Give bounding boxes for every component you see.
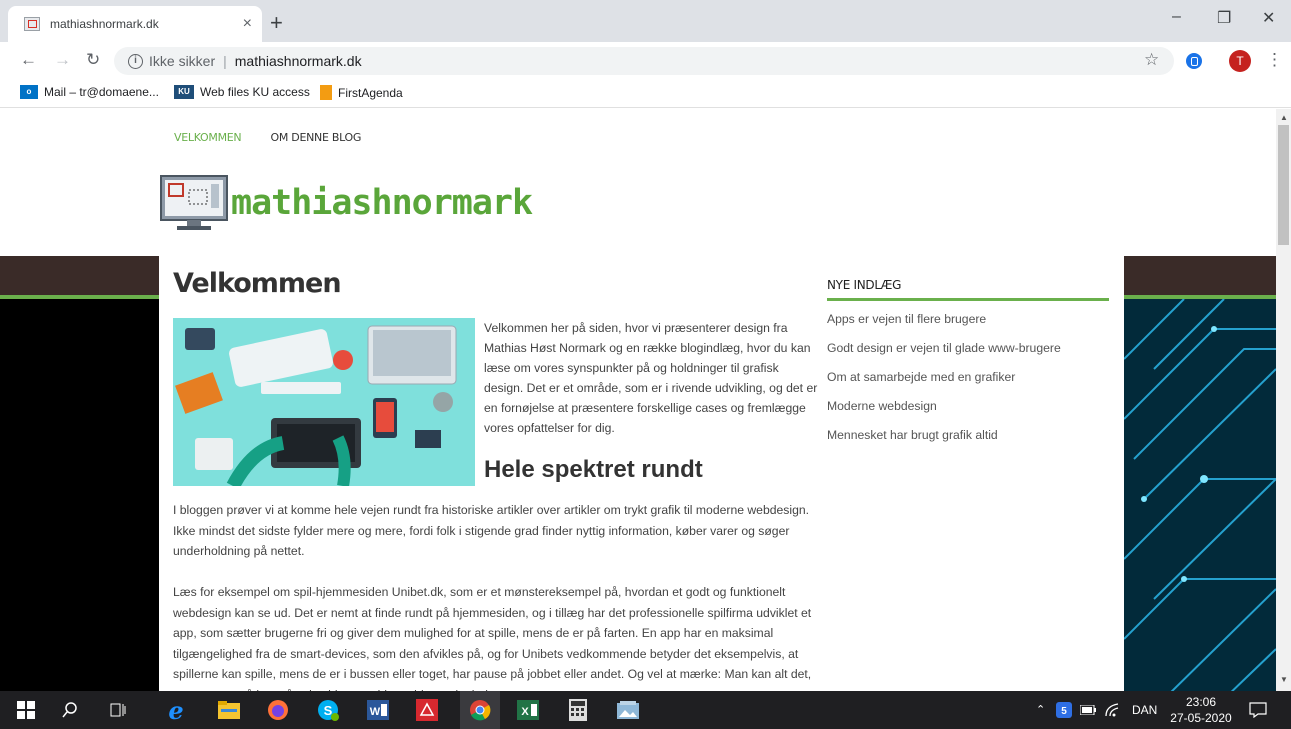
restore-icon[interactable]: ❐ bbox=[1217, 8, 1231, 28]
minimize-icon[interactable]: – bbox=[1172, 8, 1181, 26]
outlook-icon: o bbox=[20, 85, 38, 99]
profile-avatar[interactable]: T bbox=[1229, 50, 1251, 72]
bookmark-label: FirstAgenda bbox=[338, 85, 403, 100]
site-logo[interactable]: mathiashnormark bbox=[159, 173, 533, 233]
word-icon[interactable]: W bbox=[366, 698, 390, 722]
security-status: Ikke sikker bbox=[149, 53, 216, 69]
task-view-icon[interactable] bbox=[106, 698, 130, 722]
battery-icon[interactable] bbox=[1080, 702, 1096, 718]
info-icon[interactable]: i bbox=[128, 53, 143, 69]
svg-text:X: X bbox=[521, 706, 529, 718]
photos-icon[interactable] bbox=[616, 698, 640, 722]
address-separator: | bbox=[223, 53, 227, 69]
new-tab-button[interactable]: + bbox=[270, 10, 283, 36]
nav-om-denne-blog[interactable]: OM DENNE BLOG bbox=[271, 131, 362, 144]
bookmark-label: Web files KU access bbox=[200, 85, 310, 99]
bookmark-star-icon[interactable]: ☆ bbox=[1144, 50, 1159, 70]
firefox-icon[interactable] bbox=[266, 698, 290, 722]
logo-monitor-icon bbox=[159, 174, 229, 232]
page-title: Velkommen bbox=[173, 268, 342, 299]
address-bar[interactable]: i Ikke sikker | mathiashnormark.dk bbox=[114, 47, 1174, 75]
excel-icon[interactable]: X bbox=[516, 698, 540, 722]
browser-toolbar: ← → ↻ i Ikke sikker | mathiashnormark.dk… bbox=[0, 42, 1291, 78]
bookmark-ku[interactable]: KU Web files KU access bbox=[174, 85, 310, 99]
tab-title: mathiashnormark.dk bbox=[50, 17, 159, 31]
back-icon[interactable]: ← bbox=[20, 50, 37, 70]
scroll-up-icon[interactable]: ▲ bbox=[1280, 113, 1288, 122]
internet-explorer-icon[interactable]: e bbox=[164, 696, 188, 725]
tray-chevron-icon[interactable]: ⌃ bbox=[1036, 703, 1045, 716]
acrobat-icon[interactable] bbox=[415, 698, 439, 722]
recent-posts-sidebar: NYE INDLÆG Apps er vejen til flere bruge… bbox=[827, 278, 1109, 446]
nav-velkommen[interactable]: VELKOMMEN bbox=[174, 131, 242, 144]
bookmark-firstagenda[interactable]: FirstAgenda bbox=[320, 85, 403, 100]
intro-text: Velkommen her på siden, hvor vi præsente… bbox=[484, 321, 818, 435]
main-content: Velkommen Velkommen her på siden, hvor v… bbox=[159, 256, 1124, 691]
page-scrollbar[interactable]: ▲ ▼ bbox=[1276, 109, 1291, 691]
body-paragraph: Læs for eksempel om spil-hjemmesiden Uni… bbox=[173, 585, 812, 691]
extension-icon[interactable] bbox=[1186, 53, 1202, 69]
site-navigation: VELKOMMEN OM DENNE BLOG bbox=[174, 131, 387, 144]
address-url[interactable]: mathiashnormark.dk bbox=[235, 53, 362, 69]
site-favicon-icon bbox=[24, 17, 40, 31]
hero-illustration bbox=[173, 318, 475, 486]
bookmark-label: Mail – tr@domaene... bbox=[44, 85, 159, 99]
skype-icon[interactable]: S bbox=[316, 698, 340, 722]
search-icon[interactable] bbox=[58, 698, 82, 722]
circuit-background bbox=[1124, 299, 1276, 691]
language-indicator[interactable]: DAN bbox=[1132, 703, 1157, 717]
scrollbar-thumb[interactable] bbox=[1278, 125, 1289, 245]
windows-start-icon[interactable] bbox=[14, 698, 38, 722]
sidebar-title: NYE INDLÆG bbox=[827, 278, 1109, 301]
close-window-icon[interactable]: ✕ bbox=[1262, 8, 1275, 28]
notifications-icon[interactable] bbox=[1248, 700, 1268, 720]
close-tab-icon[interactable]: × bbox=[243, 15, 252, 33]
recent-post-link[interactable]: Godt design er vejen til glade www-bruge… bbox=[827, 341, 1109, 359]
body-paragraph: I bloggen prøver vi at komme hele vejen … bbox=[173, 503, 810, 558]
reload-icon[interactable]: ↻ bbox=[86, 50, 100, 70]
bookmark-mail[interactable]: o Mail – tr@domaene... bbox=[20, 85, 159, 99]
bookmarks-bar: o Mail – tr@domaene... KU Web files KU a… bbox=[0, 78, 1291, 108]
svg-text:5: 5 bbox=[1061, 706, 1067, 717]
calculator-icon[interactable] bbox=[566, 698, 590, 722]
forward-icon[interactable]: → bbox=[54, 50, 71, 70]
tray-app-icon[interactable]: 5 bbox=[1056, 702, 1072, 718]
browser-tab-bar: mathiashnormark.dk × + – ❐ ✕ bbox=[0, 0, 1291, 42]
wifi-icon[interactable] bbox=[1104, 701, 1122, 719]
scroll-down-icon[interactable]: ▼ bbox=[1280, 675, 1288, 684]
recent-post-link[interactable]: Apps er vejen til flere brugere bbox=[827, 312, 1109, 330]
ku-icon: KU bbox=[174, 85, 194, 99]
logo-text: mathiashnormark bbox=[231, 183, 533, 223]
chrome-icon[interactable] bbox=[460, 691, 500, 729]
page-viewport: VELKOMMEN OM DENNE BLOG mathiashnormark bbox=[0, 109, 1276, 691]
menu-kebab-icon[interactable]: ⋮ bbox=[1266, 50, 1283, 70]
recent-post-link[interactable]: Moderne webdesign bbox=[827, 399, 1109, 417]
section-heading: Hele spektret rundt bbox=[484, 456, 703, 483]
clock-time: 23:06 bbox=[1185, 695, 1217, 709]
recent-post-link[interactable]: Mennesket har brugt grafik altid bbox=[827, 428, 1109, 446]
left-background bbox=[0, 299, 159, 691]
firstagenda-icon bbox=[320, 85, 332, 100]
system-clock[interactable]: 23:06 27-05-2020 bbox=[1168, 694, 1234, 726]
clock-date: 27-05-2020 bbox=[1170, 711, 1232, 725]
file-explorer-icon[interactable] bbox=[217, 698, 241, 722]
browser-tab[interactable]: mathiashnormark.dk × bbox=[8, 6, 262, 42]
recent-post-link[interactable]: Om at samarbejde med en grafiker bbox=[827, 370, 1109, 388]
svg-text:W: W bbox=[370, 706, 381, 718]
windows-taskbar: e S W X ⌃ 5 DAN 23:06 27-05-2020 bbox=[0, 691, 1291, 729]
